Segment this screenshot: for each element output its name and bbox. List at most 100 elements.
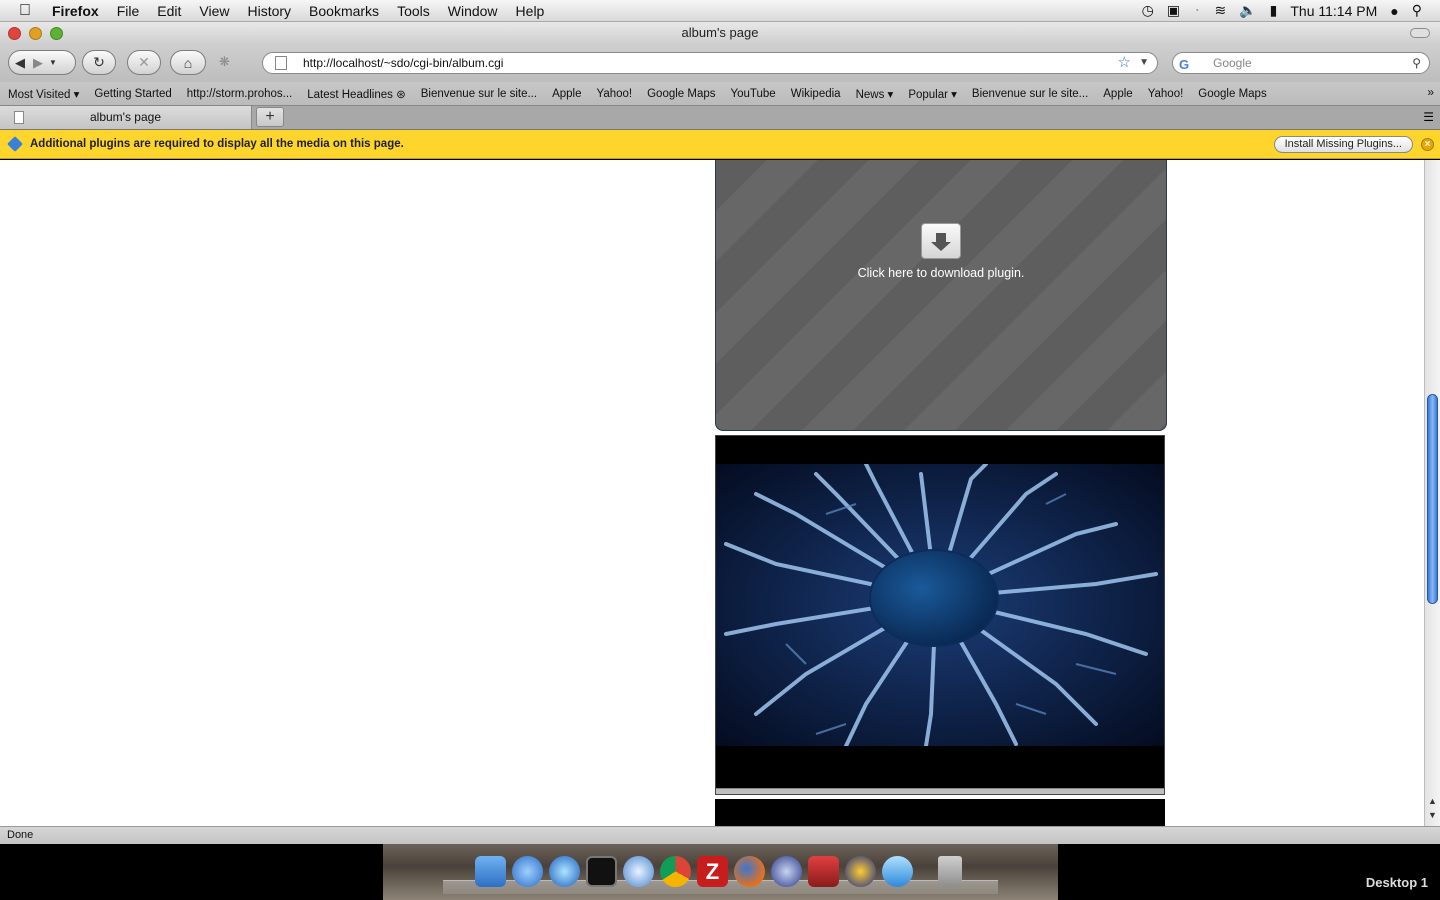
firefox-icon[interactable] xyxy=(734,856,765,887)
menu-help[interactable]: Help xyxy=(507,3,554,19)
wifi-icon[interactable]: ≋ xyxy=(1214,2,1226,19)
menu-history[interactable]: History xyxy=(238,3,300,19)
bookmark-wikipedia[interactable]: Wikipedia xyxy=(791,88,841,100)
minimize-window-button[interactable] xyxy=(29,27,42,40)
history-dropdown-icon[interactable]: ▼ xyxy=(49,58,57,67)
bookmark-google-maps[interactable]: Google Maps xyxy=(647,88,715,100)
download-plugin-icon[interactable] xyxy=(921,223,961,259)
video-player[interactable] xyxy=(715,435,1165,795)
bookmark-popular[interactable]: Popular ▾ xyxy=(908,87,957,101)
trash-icon[interactable] xyxy=(938,856,962,887)
tab-albums-page[interactable]: album's page xyxy=(0,106,252,129)
apple-menu-icon[interactable]:  xyxy=(0,2,50,20)
url-dropdown-icon[interactable]: ▼ xyxy=(1139,53,1149,73)
tab-list-icon[interactable]: ☰ xyxy=(1423,110,1434,124)
finder-icon[interactable] xyxy=(475,856,506,887)
stop-icon: ✕ xyxy=(138,54,150,70)
safari-icon[interactable] xyxy=(512,856,543,887)
eclipse-icon[interactable] xyxy=(771,856,802,887)
window-title: album's page xyxy=(681,25,759,40)
bookmark-star-icon[interactable]: ☆ xyxy=(1118,53,1131,73)
menu-bookmarks[interactable]: Bookmarks xyxy=(300,3,388,19)
search-placeholder: Google xyxy=(1213,56,1252,70)
app-menu[interactable]: Firefox xyxy=(50,3,108,19)
download-plugin-text[interactable]: Click here to download plugin. xyxy=(716,266,1166,280)
itunes-icon[interactable] xyxy=(549,856,580,887)
plugin-notification-bar: Additional plugins are required to displ… xyxy=(0,130,1440,159)
navigation-toolbar: ◀ ▶ ▼ ↻ ✕ ⌂ ❋ http://localhost/~sdo/cgi-… xyxy=(0,44,1440,82)
vertical-scrollbar[interactable]: ▲ ▼ xyxy=(1424,160,1440,826)
reload-button[interactable]: ↻ xyxy=(82,50,116,75)
toolbar-toggle-button[interactable] xyxy=(1410,28,1430,38)
home-button[interactable]: ⌂ xyxy=(170,50,206,75)
second-video-player[interactable] xyxy=(715,799,1165,826)
tab-page-icon xyxy=(14,111,24,124)
search-icon[interactable]: ⚲ xyxy=(1412,53,1421,73)
bookmark-yahoo-2[interactable]: Yahoo! xyxy=(1148,88,1184,100)
stop-button[interactable]: ✕ xyxy=(127,50,161,75)
back-arrow-icon[interactable]: ◀ xyxy=(15,55,25,71)
clock[interactable]: Thu 11:14 PM xyxy=(1290,3,1377,19)
tab-bar: album's page + ☰ xyxy=(0,105,1440,130)
plugin-puzzle-icon xyxy=(7,136,23,152)
chrome-icon[interactable] xyxy=(660,856,691,887)
url-text[interactable]: http://localhost/~sdo/cgi-bin/album.cgi xyxy=(303,56,503,70)
video-controls-bar[interactable] xyxy=(716,788,1164,794)
window-titlebar: album's page xyxy=(0,22,1440,44)
terminal-icon[interactable] xyxy=(586,856,617,887)
bookmark-apple[interactable]: Apple xyxy=(552,88,581,100)
bookmark-yahoo[interactable]: Yahoo! xyxy=(597,88,633,100)
new-tab-button[interactable]: + xyxy=(256,107,284,127)
search-bar[interactable]: G Google ⚲ xyxy=(1172,52,1430,74)
close-notification-button[interactable]: × xyxy=(1421,138,1434,151)
app-red-icon[interactable] xyxy=(808,856,839,887)
scrollbar-thumb[interactable] xyxy=(1427,394,1438,604)
bookmark-youtube[interactable]: YouTube xyxy=(731,88,776,100)
dock: Z xyxy=(383,844,1058,900)
activity-icon: ❋ xyxy=(219,54,230,69)
scroll-up-arrow-icon[interactable]: ▲ xyxy=(1428,796,1437,806)
bookmark-most-visited[interactable]: Most Visited ▾ xyxy=(8,87,79,101)
url-bar[interactable]: http://localhost/~sdo/cgi-bin/album.cgi … xyxy=(262,52,1158,74)
bluetooth-icon[interactable]: ᛫ xyxy=(1193,3,1201,19)
app-wave-icon[interactable] xyxy=(882,856,913,887)
desktop-label: Desktop 1 xyxy=(1365,875,1428,890)
video-frame xyxy=(716,464,1164,746)
bookmark-apple-2[interactable]: Apple xyxy=(1103,88,1132,100)
bookmark-latest-headlines[interactable]: Latest Headlines ⊛ xyxy=(307,87,406,101)
missing-plugin-placeholder[interactable]: Click here to download plugin. xyxy=(715,160,1167,431)
zoom-window-button[interactable] xyxy=(50,27,63,40)
menu-edit[interactable]: Edit xyxy=(148,3,190,19)
page-icon xyxy=(275,56,287,70)
time-machine-icon[interactable]: ◷ xyxy=(1142,2,1154,19)
battery-icon[interactable]: ▮ xyxy=(1270,2,1278,19)
status-bar: Done xyxy=(0,826,1440,844)
volume-icon[interactable]: 🔈 xyxy=(1239,2,1256,19)
google-engine-icon[interactable]: G xyxy=(1179,55,1189,75)
reload-icon: ↻ xyxy=(93,54,105,70)
bookmark-storm[interactable]: http://storm.prohos... xyxy=(187,88,292,100)
bookmarks-overflow-icon[interactable]: » xyxy=(1427,85,1434,99)
install-missing-plugins-button[interactable]: Install Missing Plugins... xyxy=(1273,136,1413,153)
filezilla-icon[interactable]: Z xyxy=(697,856,728,887)
bookmark-bienvenue-2[interactable]: Bienvenue sur le site... xyxy=(972,88,1088,100)
scroll-down-arrow-icon[interactable]: ▼ xyxy=(1428,810,1437,820)
tab-label: album's page xyxy=(89,110,161,124)
display-icon[interactable]: ▣ xyxy=(1167,2,1180,19)
close-window-button[interactable] xyxy=(8,27,21,40)
user-icon[interactable]: ● xyxy=(1390,3,1398,19)
bookmark-bienvenue[interactable]: Bienvenue sur le site... xyxy=(421,88,537,100)
spotlight-icon[interactable]: ⚲ xyxy=(1412,2,1422,19)
menu-view[interactable]: View xyxy=(190,3,238,19)
menu-tools[interactable]: Tools xyxy=(388,3,439,19)
bookmark-news[interactable]: News ▾ xyxy=(856,87,894,101)
network-icon[interactable] xyxy=(623,856,654,887)
notification-message: Additional plugins are required to displ… xyxy=(30,138,404,150)
forward-arrow-icon[interactable]: ▶ xyxy=(33,55,43,71)
bookmark-google-maps-2[interactable]: Google Maps xyxy=(1198,88,1266,100)
bookmark-getting-started[interactable]: Getting Started xyxy=(94,88,171,100)
app-blue-icon[interactable] xyxy=(845,856,876,887)
menu-file[interactable]: File xyxy=(108,3,149,19)
menu-bar:  Firefox File Edit View History Bookmar… xyxy=(0,0,1440,22)
menu-window[interactable]: Window xyxy=(439,3,507,19)
